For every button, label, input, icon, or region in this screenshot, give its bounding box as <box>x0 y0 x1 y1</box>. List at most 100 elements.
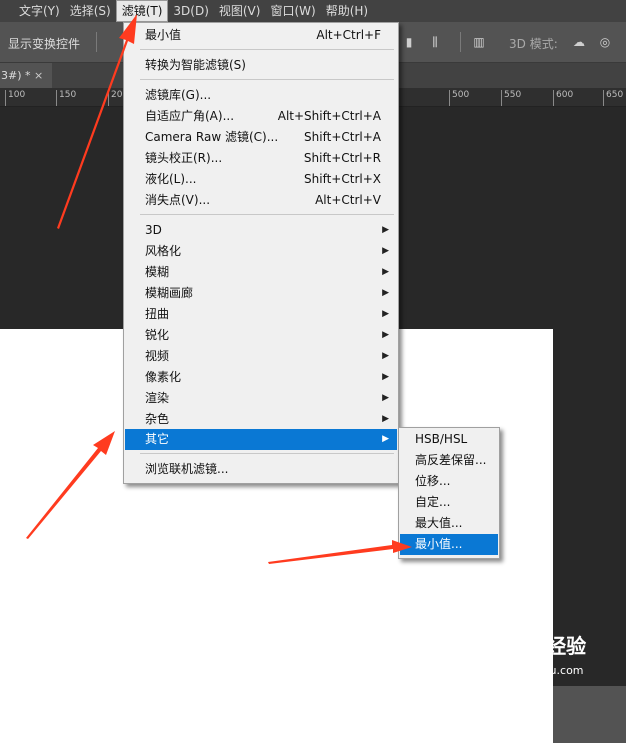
auto-align-icon[interactable]: ▥ <box>472 35 486 49</box>
3d-rotate-icon[interactable]: ☁ <box>572 35 586 49</box>
chevron-right-icon: ▶ <box>382 267 389 277</box>
menu-item-shortcut: Shift+Ctrl+A <box>304 130 381 144</box>
ruler-tick <box>5 90 6 106</box>
menu-item-shortcut: Alt+Ctrl+F <box>316 28 381 42</box>
menu-item-label: 转换为智能滤镜(S) <box>145 58 246 72</box>
document-tab-title: 3#) * <box>1 69 31 82</box>
menu-item-browse-online-filters[interactable]: 浏览联机滤镜... <box>125 459 397 480</box>
menu-item-filter-gallery[interactable]: 滤镜库(G)... <box>125 85 397 106</box>
menu-bar: 文字(Y) 选择(S) 滤镜(T) 3D(D) 视图(V) 窗口(W) 帮助(H… <box>0 0 626 22</box>
menu-item-label: 其它 <box>145 432 170 446</box>
chevron-right-icon: ▶ <box>382 372 389 382</box>
menu-item-3d[interactable]: 3D ▶ <box>125 220 397 241</box>
menu-item-blur-gallery[interactable]: 模糊画廊 ▶ <box>125 283 397 304</box>
menu-item-label: 风格化 <box>145 244 182 258</box>
menu-item-label: Camera Raw 滤镜(C)... <box>145 130 279 144</box>
3d-roll-icon[interactable]: ◎ <box>598 35 612 49</box>
menu-item-stylize[interactable]: 风格化 ▶ <box>125 241 397 262</box>
ruler-label: 650 <box>606 90 624 100</box>
chevron-right-icon: ▶ <box>382 351 389 361</box>
options-separator <box>96 32 97 52</box>
menu-3d[interactable]: 3D(D) <box>168 0 213 22</box>
menu-item-label: 杂色 <box>145 412 170 426</box>
baidu-jingyan-logo: Baidu经验 <box>482 634 587 658</box>
submenu-item-custom[interactable]: 自定... <box>400 492 498 513</box>
distribute-horizontal-icon[interactable]: ⫼ <box>428 35 442 49</box>
chevron-right-icon: ▶ <box>382 225 389 235</box>
menu-item-label: 模糊 <box>145 265 170 279</box>
menu-item-distort[interactable]: 扭曲 ▶ <box>125 304 397 325</box>
menu-item-label: 3D <box>145 223 162 237</box>
close-icon[interactable]: × <box>34 63 43 88</box>
3d-mode-label: 3D 模式: <box>509 37 558 51</box>
menu-item-liquify[interactable]: 液化(L)... Shift+Ctrl+X <box>125 169 397 190</box>
menu-item-label: 浏览联机滤镜... <box>145 462 229 476</box>
menu-help[interactable]: 帮助(H) <box>321 0 373 22</box>
ruler-tick <box>108 90 109 106</box>
menu-select[interactable]: 选择(S) <box>65 0 116 22</box>
menu-item-camera-raw[interactable]: Camera Raw 滤镜(C)... Shift+Ctrl+A <box>125 127 397 148</box>
menu-item-label: 渲染 <box>145 391 170 405</box>
menu-item-label: 自适应广角(A)... <box>145 109 235 123</box>
other-submenu: HSB/HSL 高反差保留... 位移... 自定... 最大值... 最小值.… <box>398 427 500 559</box>
menu-item-label: 滤镜库(G)... <box>145 88 212 102</box>
chevron-right-icon: ▶ <box>382 246 389 256</box>
menu-item-label: 像素化 <box>145 370 182 384</box>
menu-item-convert-smart-filter[interactable]: 转换为智能滤镜(S) <box>125 55 397 76</box>
chevron-right-icon: ▶ <box>382 288 389 298</box>
menu-item-label: 模糊画廊 <box>145 286 194 300</box>
submenu-item-hsb-hsl[interactable]: HSB/HSL <box>400 429 498 450</box>
menu-item-label: 自定... <box>415 495 451 509</box>
chevron-right-icon: ▶ <box>382 309 389 319</box>
document-tab[interactable]: 3#) * × <box>0 63 52 88</box>
menu-item-blur[interactable]: 模糊 ▶ <box>125 262 397 283</box>
menu-item-shortcut: Alt+Ctrl+V <box>315 193 381 207</box>
watermark-url: jingyan.baidu.com <box>482 664 584 677</box>
ruler-label: 550 <box>504 90 522 100</box>
ruler-tick <box>56 90 57 106</box>
menu-item-adaptive-wide-angle[interactable]: 自适应广角(A)... Alt+Shift+Ctrl+A <box>125 106 397 127</box>
submenu-item-minimum[interactable]: 最小值... <box>400 534 498 555</box>
menu-separator <box>140 79 394 80</box>
menu-item-shortcut: Alt+Shift+Ctrl+A <box>277 109 381 123</box>
baidu-watermark: Baidu经验 jingyan.baidu.com <box>482 630 622 684</box>
menu-filter[interactable]: 滤镜(T) <box>115 0 169 22</box>
menu-item-video[interactable]: 视频 ▶ <box>125 346 397 367</box>
chevron-right-icon: ▶ <box>382 414 389 424</box>
menu-view[interactable]: 视图(V) <box>214 0 266 22</box>
ruler-label: 600 <box>556 90 574 100</box>
ruler-tick <box>501 90 502 106</box>
menu-item-render[interactable]: 渲染 ▶ <box>125 388 397 409</box>
options-separator <box>460 32 461 52</box>
menu-item-last-filter[interactable]: 最小值 Alt+Ctrl+F <box>125 25 397 46</box>
menu-item-label: 液化(L)... <box>145 172 197 186</box>
menu-item-label: 锐化 <box>145 328 170 342</box>
ruler-label: 150 <box>59 90 77 100</box>
menu-separator <box>140 453 394 454</box>
ruler-tick <box>603 90 604 106</box>
menu-item-vanishing-point[interactable]: 消失点(V)... Alt+Ctrl+V <box>125 190 397 211</box>
show-transform-controls-label[interactable]: 显示变换控件 <box>8 35 80 52</box>
menu-type[interactable]: 文字(Y) <box>14 0 65 22</box>
menu-item-label: 位移... <box>415 474 451 488</box>
chevron-right-icon: ▶ <box>382 393 389 403</box>
submenu-item-maximum[interactable]: 最大值... <box>400 513 498 534</box>
menu-item-label: 最小值 <box>145 28 182 42</box>
ruler-label: 100 <box>8 90 26 100</box>
menu-item-label: 最大值... <box>415 516 463 530</box>
distribute-center-icon[interactable]: ▮ <box>402 35 416 49</box>
submenu-item-high-pass[interactable]: 高反差保留... <box>400 450 498 471</box>
chevron-right-icon: ▶ <box>382 434 389 444</box>
filter-menu-dropdown: 最小值 Alt+Ctrl+F 转换为智能滤镜(S) 滤镜库(G)... 自适应广… <box>123 22 399 484</box>
submenu-item-offset[interactable]: 位移... <box>400 471 498 492</box>
menu-window[interactable]: 窗口(W) <box>265 0 320 22</box>
menu-item-noise[interactable]: 杂色 ▶ <box>125 409 397 430</box>
menu-item-pixelate[interactable]: 像素化 ▶ <box>125 367 397 388</box>
menu-item-other[interactable]: 其它 ▶ <box>125 429 397 450</box>
menu-item-label: HSB/HSL <box>415 432 468 446</box>
menu-item-label: 视频 <box>145 349 170 363</box>
menu-item-lens-correction[interactable]: 镜头校正(R)... Shift+Ctrl+R <box>125 148 397 169</box>
menu-item-label: 镜头校正(R)... <box>145 151 223 165</box>
ruler-tick <box>553 90 554 106</box>
menu-item-sharpen[interactable]: 锐化 ▶ <box>125 325 397 346</box>
